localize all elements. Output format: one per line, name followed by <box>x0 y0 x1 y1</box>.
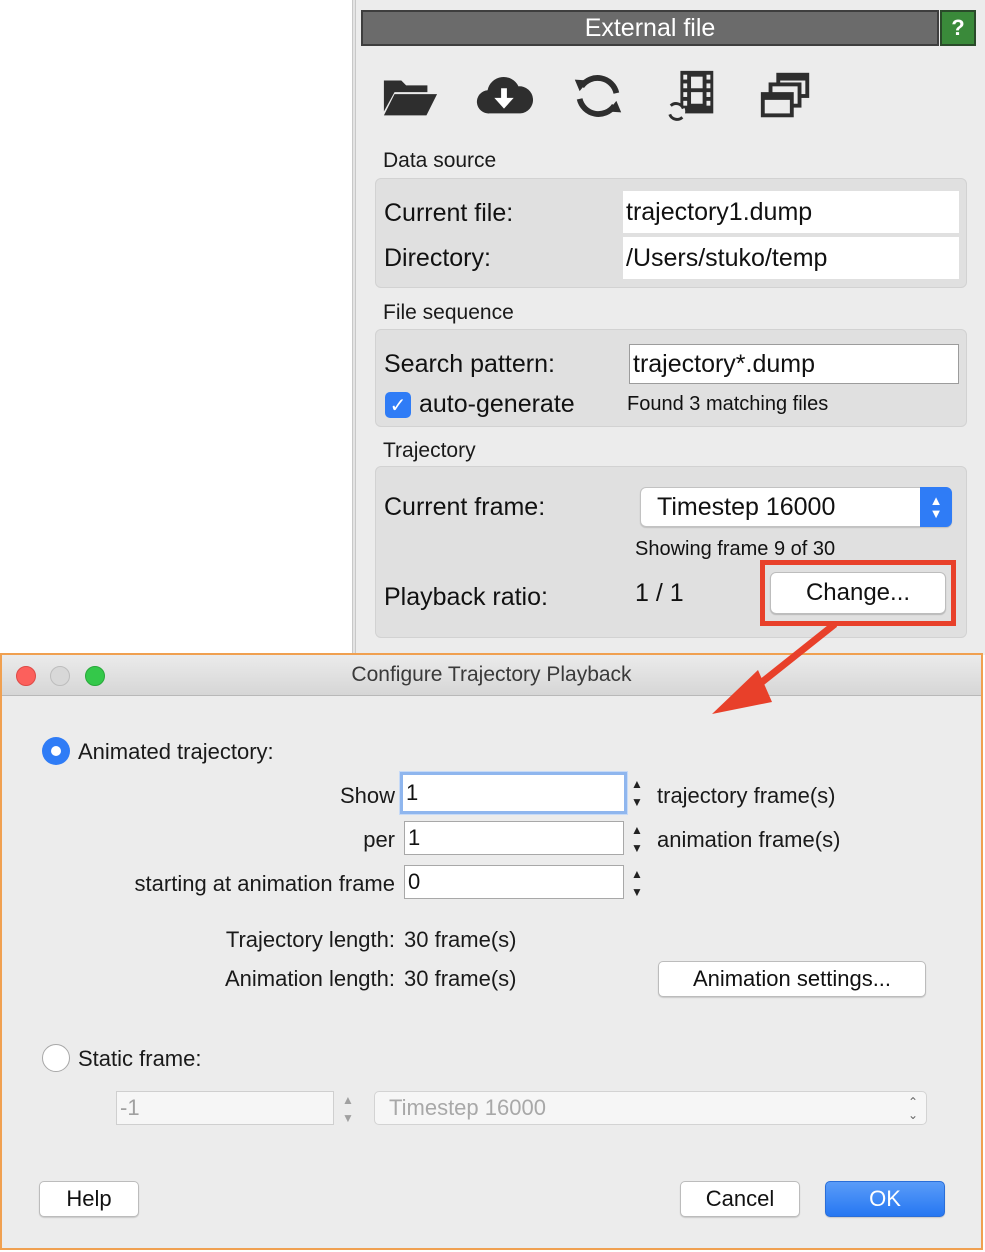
search-pattern-label: Search pattern: <box>384 350 555 378</box>
zoom-window-button[interactable] <box>85 666 105 686</box>
data-source-group: Current file: trajectory1.dump Directory… <box>375 178 967 288</box>
auto-generate-checkbox[interactable]: ✓ <box>385 392 411 418</box>
static-frame-radio[interactable] <box>42 1044 70 1072</box>
current-file-label: Current file: <box>384 199 514 227</box>
per-label: per <box>363 827 395 852</box>
match-status-text: Found 3 matching files <box>627 393 829 415</box>
ok-button[interactable]: OK <box>825 1181 945 1217</box>
help-button[interactable]: ? <box>940 10 976 46</box>
minimize-window-button[interactable] <box>50 666 70 686</box>
trajectory-length-value: 30 frame(s) <box>404 927 517 952</box>
cancel-button[interactable]: Cancel <box>680 1181 800 1217</box>
dialog-title: Configure Trajectory Playback <box>351 663 632 686</box>
chevron-updown-icon: ⌃ ⌄ <box>907 1095 918 1122</box>
current-frame-select[interactable]: Timestep 16000 ▲ ▼ <box>640 487 952 527</box>
change-playback-button[interactable]: Change... <box>770 572 946 614</box>
show-frames-suffix: trajectory frame(s) <box>657 783 836 808</box>
start-frame-input[interactable]: 0 <box>404 865 624 899</box>
cloud-download-icon[interactable] <box>474 66 534 126</box>
static-timestep-select[interactable]: Timestep 16000 ⌃ ⌄ <box>374 1091 927 1125</box>
start-frame-label: starting at animation frame <box>134 871 395 896</box>
refresh-icon[interactable] <box>568 66 628 126</box>
start-frame-stepper[interactable]: ▲ ▼ <box>624 865 650 901</box>
animated-trajectory-radio[interactable] <box>42 737 70 765</box>
folder-open-icon[interactable] <box>380 66 440 126</box>
dialog-titlebar[interactable]: Configure Trajectory Playback <box>2 655 981 696</box>
directory-value: /Users/stuko/temp <box>623 237 959 279</box>
external-file-panel: External file ? Data source Current file… <box>356 0 985 655</box>
current-file-value: trajectory1.dump <box>623 191 959 233</box>
static-timestep-value: Timestep 16000 <box>389 1095 546 1120</box>
animated-trajectory-label: Animated trajectory: <box>78 739 274 764</box>
show-label: Show <box>339 783 395 808</box>
animation-length-value: 30 frame(s) <box>404 966 517 991</box>
show-frames-stepper[interactable]: ▲ ▼ <box>624 775 650 811</box>
animation-settings-button[interactable]: Animation settings... <box>658 961 926 997</box>
static-frame-input[interactable]: -1 <box>116 1091 334 1125</box>
file-sequence-heading: File sequence <box>383 301 514 324</box>
toolbar <box>380 66 816 126</box>
data-source-heading: Data source <box>383 149 497 172</box>
windows-icon[interactable] <box>756 66 816 126</box>
help-dialog-button[interactable]: Help <box>39 1181 139 1217</box>
playback-ratio-value: 1 / 1 <box>635 579 684 607</box>
auto-generate-label: auto-generate <box>419 390 575 418</box>
file-sequence-group: Search pattern: trajectory*.dump ✓ auto-… <box>375 329 967 427</box>
per-frames-stepper[interactable]: ▲ ▼ <box>624 821 650 857</box>
static-frame-stepper[interactable]: ▲ ▼ <box>335 1091 361 1127</box>
close-window-button[interactable] <box>16 666 36 686</box>
showing-frame-text: Showing frame 9 of 30 <box>635 538 836 560</box>
per-frames-input[interactable]: 1 <box>404 821 624 855</box>
select-arrows-icon: ▲ ▼ <box>920 487 952 527</box>
left-blank-area <box>0 0 352 655</box>
trajectory-heading: Trajectory <box>383 439 476 462</box>
per-frames-suffix: animation frame(s) <box>657 827 841 852</box>
panel-title: External file <box>361 10 939 46</box>
film-reload-icon[interactable] <box>662 66 722 126</box>
current-frame-label: Current frame: <box>384 493 546 521</box>
directory-label: Directory: <box>384 244 491 272</box>
trajectory-length-label: Trajectory length: <box>225 927 395 952</box>
current-frame-value: Timestep 16000 <box>657 492 836 521</box>
static-frame-label: Static frame: <box>78 1046 202 1071</box>
show-frames-input[interactable]: 1 <box>400 772 627 814</box>
configure-playback-dialog: Configure Trajectory Playback Animated t… <box>0 653 983 1250</box>
search-pattern-input[interactable]: trajectory*.dump <box>629 344 959 384</box>
playback-ratio-label: Playback ratio: <box>384 583 548 611</box>
animation-length-label: Animation length: <box>225 966 395 991</box>
